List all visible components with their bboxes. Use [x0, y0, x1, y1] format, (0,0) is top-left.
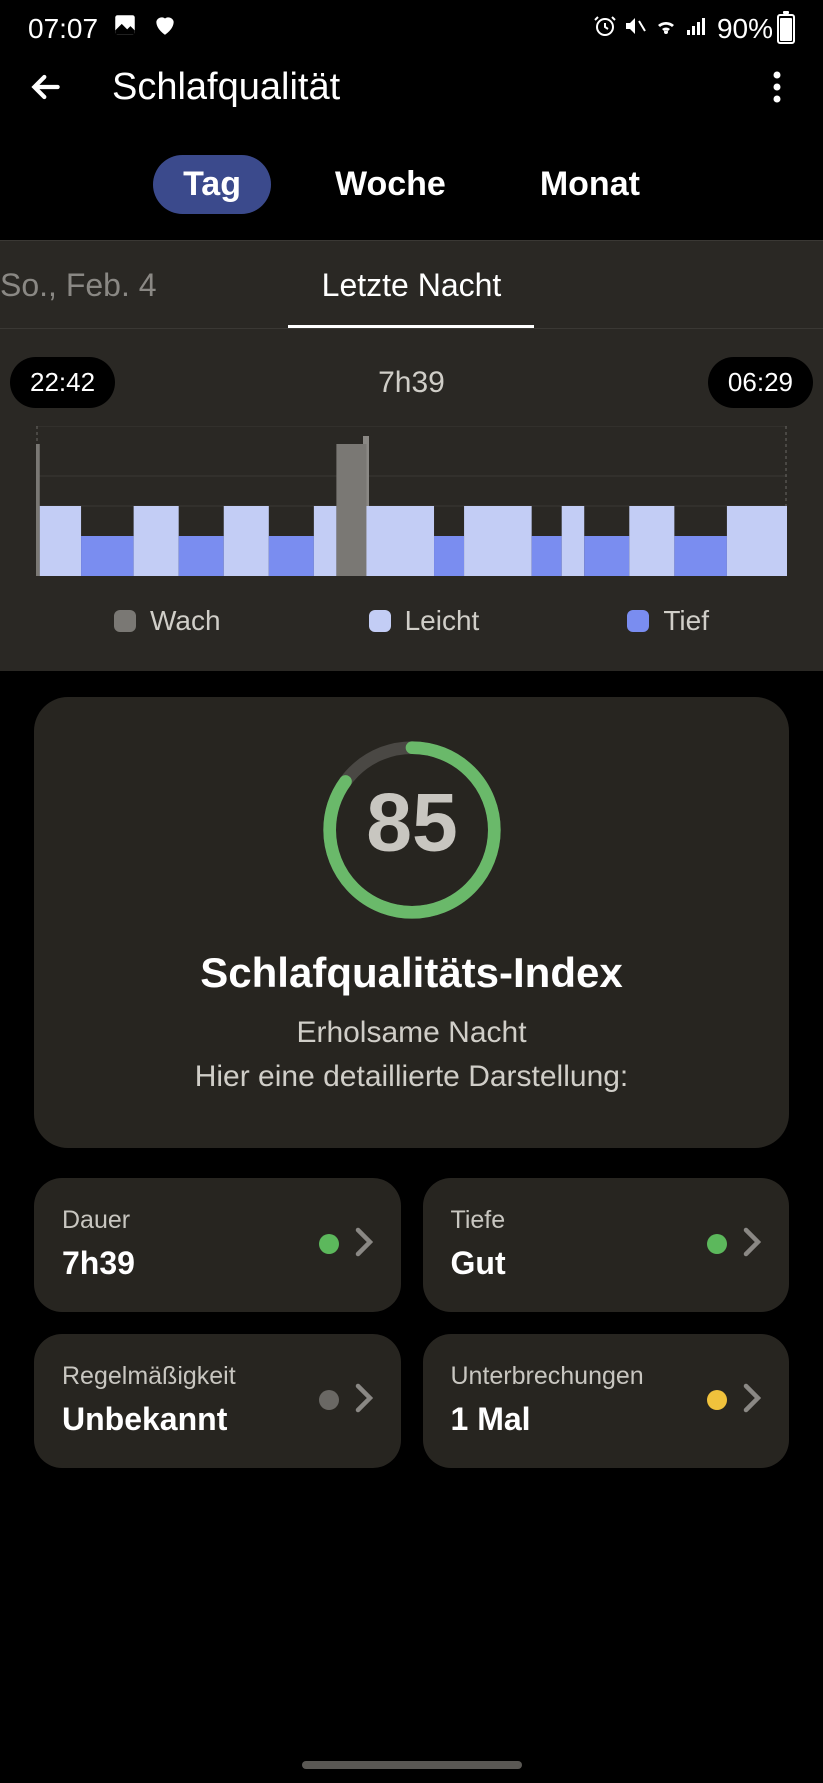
score-sub-line2: Hier eine detaillierte Darstellung:: [74, 1055, 749, 1099]
status-dot-yellow: [707, 1390, 727, 1410]
chevron-right-icon: [743, 1383, 761, 1418]
metric-duration[interactable]: Dauer 7h39: [34, 1178, 401, 1312]
metric-regularity[interactable]: Regelmäßigkeit Unbekannt: [34, 1334, 401, 1468]
back-button[interactable]: [22, 63, 70, 111]
legend-swatch-deep: [627, 610, 649, 632]
status-time: 07:07: [28, 13, 98, 45]
metric-regularity-value: Unbekannt: [62, 1401, 236, 1438]
legend-swatch-awake: [114, 610, 136, 632]
home-indicator[interactable]: [302, 1761, 522, 1769]
tab-month[interactable]: Monat: [510, 155, 670, 214]
legend-deep: Tief: [627, 605, 709, 637]
battery-icon: [777, 14, 795, 44]
chevron-right-icon: [355, 1383, 373, 1418]
date-tab-current[interactable]: Letzte Nacht: [274, 241, 548, 328]
metric-depth-label: Tiefe: [451, 1206, 506, 1235]
score-subtitle: Erholsame Nacht Hier eine detaillierte D…: [74, 1011, 749, 1098]
date-tab-next[interactable]: [549, 241, 823, 328]
heart-icon: [152, 12, 178, 45]
chevron-right-icon: [355, 1227, 373, 1262]
more-button[interactable]: [753, 63, 801, 111]
tab-day[interactable]: Tag: [153, 155, 271, 214]
sleep-chart-section: 22:42 7h39 06:29 Wach Leicht Tief: [0, 329, 823, 671]
signal-icon: [685, 13, 709, 45]
legend-light: Leicht: [369, 605, 480, 637]
score-value: 85: [366, 777, 458, 869]
metric-interruptions-label: Unterbrechungen: [451, 1362, 644, 1391]
sleep-start-time: 22:42: [10, 357, 115, 408]
battery-percent: 90%: [717, 13, 773, 45]
app-header: Schlafqualität: [0, 53, 823, 129]
status-dot-green: [319, 1234, 339, 1254]
legend-awake: Wach: [114, 605, 221, 637]
legend-label-awake: Wach: [150, 605, 221, 637]
chevron-right-icon: [743, 1227, 761, 1262]
sleep-score-card[interactable]: 85 Schlafqualitäts-Index Erholsame Nacht…: [34, 697, 789, 1148]
metric-interruptions[interactable]: Unterbrechungen 1 Mal: [423, 1334, 790, 1468]
metric-regularity-label: Regelmäßigkeit: [62, 1362, 236, 1391]
date-tab-prev[interactable]: So., Feb. 4: [0, 241, 274, 328]
score-sub-line1: Erholsame Nacht: [74, 1011, 749, 1055]
sleep-stage-chart[interactable]: [36, 426, 787, 576]
sleep-duration-label: 7h39: [378, 366, 445, 400]
tab-week[interactable]: Woche: [305, 155, 476, 214]
image-icon: [112, 12, 138, 45]
status-dot-green: [707, 1234, 727, 1254]
score-ring: 85: [317, 735, 507, 925]
wifi-icon: [653, 13, 679, 45]
status-dot-grey: [319, 1390, 339, 1410]
metric-interruptions-value: 1 Mal: [451, 1401, 644, 1438]
legend-label-light: Leicht: [405, 605, 480, 637]
mute-icon: [623, 13, 647, 45]
period-tabs: Tag Woche Monat: [0, 129, 823, 240]
metric-depth[interactable]: Tiefe Gut: [423, 1178, 790, 1312]
page-title: Schlafqualität: [112, 66, 753, 109]
date-tabs: So., Feb. 4 Letzte Nacht: [0, 240, 823, 329]
chart-legend: Wach Leicht Tief: [0, 581, 823, 637]
metric-duration-value: 7h39: [62, 1245, 135, 1282]
status-bar: 07:07 90%: [0, 0, 823, 53]
score-title: Schlafqualitäts-Index: [74, 949, 749, 997]
legend-swatch-light: [369, 610, 391, 632]
legend-label-deep: Tief: [663, 605, 709, 637]
alarm-icon: [593, 13, 617, 45]
metric-depth-value: Gut: [451, 1245, 506, 1282]
sleep-end-time: 06:29: [708, 357, 813, 408]
metric-duration-label: Dauer: [62, 1206, 135, 1235]
